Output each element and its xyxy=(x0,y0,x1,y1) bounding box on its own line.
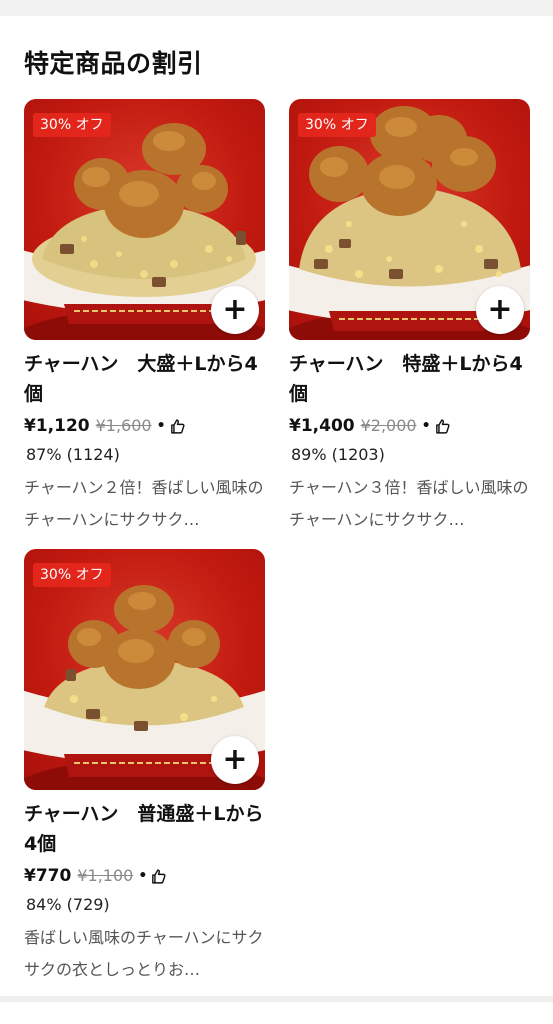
thumbs-up-icon xyxy=(170,418,185,434)
current-price: ¥1,120 xyxy=(24,416,90,436)
original-price: ¥1,100 xyxy=(77,866,134,885)
section-title: 特定商品の割引 xyxy=(24,49,203,78)
thumbs-up-icon xyxy=(152,868,166,884)
product-card[interactable]: 30% オフ + チャーハン 大盛＋Lから4個 ¥1,120 ¥1,600 • … xyxy=(24,99,265,536)
separator-dot: • xyxy=(138,868,148,884)
product-card[interactable]: 30% オフ + チャーハン 特盛＋Lから4個 ¥1,400 ¥2,000 • … xyxy=(289,99,530,536)
original-price: ¥2,000 xyxy=(360,416,417,435)
price-row: ¥1,120 ¥1,600 • xyxy=(24,414,265,438)
add-to-cart-button[interactable]: + xyxy=(211,736,259,784)
product-name[interactable]: チャーハン 普通盛＋Lから4個 xyxy=(24,799,265,859)
plus-icon: + xyxy=(222,742,248,777)
product-name[interactable]: チャーハン 大盛＋Lから4個 xyxy=(24,349,265,409)
product-description: 香ばしい風味のチャーハンにサクサクの衣としっとりお… xyxy=(24,928,264,979)
product-image[interactable]: 30% オフ + xyxy=(24,549,265,790)
thumbs-up-icon xyxy=(435,418,450,434)
plus-icon: + xyxy=(222,292,248,327)
bottom-divider xyxy=(0,996,553,1024)
original-price: ¥1,600 xyxy=(95,416,152,435)
separator-dot: • xyxy=(156,418,166,434)
rating-text: 84% (729) xyxy=(26,895,110,914)
product-image[interactable]: 30% オフ + xyxy=(289,99,530,340)
rating-text: 87% (1124) xyxy=(26,445,120,464)
product-name[interactable]: チャーハン 特盛＋Lから4個 xyxy=(289,349,530,409)
rating-text: 89% (1203) xyxy=(291,445,385,464)
current-price: ¥770 xyxy=(24,866,72,886)
current-price: ¥1,400 xyxy=(289,416,355,436)
discount-badge: 30% オフ xyxy=(33,113,111,137)
price-row: ¥1,400 ¥2,000 • xyxy=(289,414,530,438)
top-strip xyxy=(0,0,553,16)
product-card[interactable]: 30% オフ + チャーハン 普通盛＋Lから4個 ¥770 ¥1,100 • 8… xyxy=(24,549,265,986)
price-row: ¥770 ¥1,100 • xyxy=(24,864,265,888)
add-to-cart-button[interactable]: + xyxy=(476,286,524,334)
discount-badge: 30% オフ xyxy=(33,563,111,587)
product-description: チャーハン３倍！香ばしい風味のチャーハンにサクサク… xyxy=(289,478,529,529)
product-image[interactable]: 30% オフ + xyxy=(24,99,265,340)
product-description: チャーハン２倍！香ばしい風味のチャーハンにサクサク… xyxy=(24,478,264,529)
plus-icon: + xyxy=(487,292,513,327)
separator-dot: • xyxy=(421,418,431,434)
add-to-cart-button[interactable]: + xyxy=(211,286,259,334)
discount-badge: 30% オフ xyxy=(298,113,376,137)
